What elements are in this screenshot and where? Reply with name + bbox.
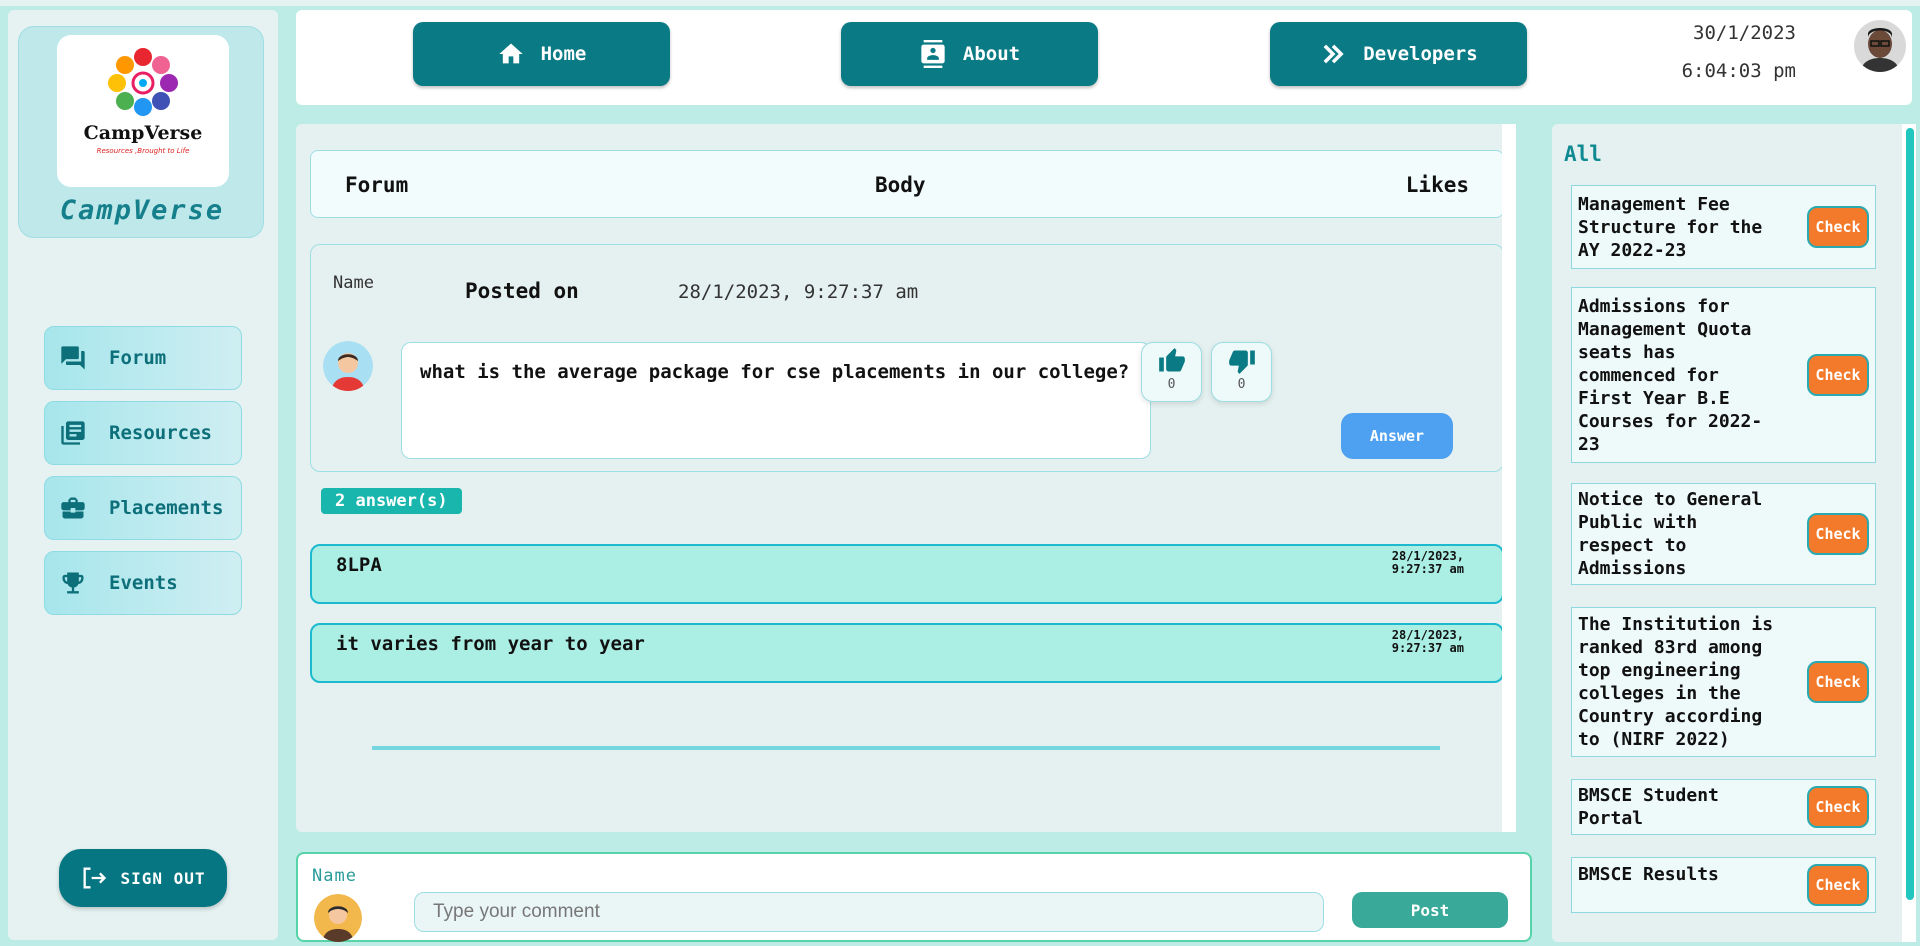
check-button[interactable]: Check [1807,206,1869,248]
brand-name: CampVerse [59,195,225,226]
logout-icon [80,864,110,892]
notice-item: BMSCE Results Check [1571,857,1876,913]
notices-scrollbar[interactable] [1902,124,1916,942]
answer-date: 28/1/2023, 9:27:37 am [1392,550,1464,576]
brand-card: CampVerse Resources ,Brought to Life Cam… [18,26,264,238]
notices-heading: All [1564,142,1602,166]
answer-date-line1: 28/1/2023, [1391,549,1464,563]
contact-card-icon [919,40,947,68]
current-date: 30/1/2023 [1693,22,1796,44]
about-button-label: About [962,43,1021,65]
svg-text:CampVerse: CampVerse [84,122,203,144]
answer-item: it varies from year to year 28/1/2023, 9… [310,623,1504,683]
notice-text: The Institution is ranked 83rd among top… [1578,614,1774,750]
check-button[interactable]: Check [1807,513,1869,555]
dislike-button[interactable]: 0 [1211,342,1272,402]
answer-item: 8LPA 28/1/2023, 9:27:37 am [310,544,1504,604]
thumbs-down-icon [1228,347,1256,375]
column-body: Body [875,173,926,197]
sidebar-item-placements[interactable]: Placements [44,476,242,540]
avatar-icon [314,894,362,942]
answer-date-line2: 9:27:37 am [1391,562,1464,576]
developers-button-label: Developers [1363,43,1478,65]
dislike-count: 0 [1237,377,1246,392]
check-button[interactable]: Check [1807,354,1869,396]
library-books-icon [59,419,87,447]
check-button[interactable]: Check [1807,661,1869,703]
column-likes: Likes [1405,173,1469,197]
post-body: what is the average package for cse plac… [401,342,1151,459]
answer-date-line1: 28/1/2023, [1391,628,1464,642]
posted-on-label: Posted on [465,279,579,303]
commenter-avatar [314,894,362,942]
sidebar-item-events[interactable]: Events [44,551,242,615]
notice-item: The Institution is ranked 83rd among top… [1571,607,1876,757]
notice-text: Management Fee Structure for the AY 2022… [1578,193,1763,261]
double-chevron-right-icon [1319,40,1347,68]
post-comment-button[interactable]: Post [1352,892,1508,928]
avatar-icon [323,341,373,391]
answer-date-line2: 9:27:37 am [1391,641,1464,655]
top-header: Home About Developers 30/1/2023 6:04:03 … [296,10,1912,105]
answer-button[interactable]: Answer [1341,413,1453,459]
forum-icon [59,344,87,372]
sidebar-item-label: Resources [109,422,212,444]
notice-text: Admissions for Management Quota seats ha… [1578,295,1763,455]
main-scrollbar[interactable] [1502,124,1516,832]
logo-icon: CampVerse Resources ,Brought to Life [84,48,203,155]
comment-input[interactable] [414,892,1324,932]
commenter-name: Name [312,866,357,886]
notices-scrollbar-thumb[interactable] [1906,128,1914,900]
forum-post: Name Posted on 28/1/2023, 9:27:37 am wha… [310,244,1504,472]
content-divider [372,746,1440,750]
check-button[interactable]: Check [1807,864,1869,906]
user-avatar[interactable] [1854,20,1906,72]
check-button[interactable]: Check [1807,786,1869,828]
trophy-icon [59,569,87,597]
notices-panel: All Management Fee Structure for the AY … [1552,124,1916,942]
sidebar-item-resources[interactable]: Resources [44,401,242,465]
notice-item: Notice to General Public with respect to… [1571,483,1876,585]
sidebar-item-label: Placements [109,497,224,519]
date-time: 30/1/2023 6:04:03 pm [1682,22,1796,82]
answer-date: 28/1/2023, 9:27:37 am [1392,629,1464,655]
answer-text: it varies from year to year [336,633,645,655]
notice-item: Admissions for Management Quota seats ha… [1571,287,1876,463]
post-author-name: Name [333,273,374,293]
home-button-label: Home [540,43,587,65]
post-date: 28/1/2023, 9:27:37 am [678,281,919,303]
column-forum: Forum [345,173,409,197]
notice-text: BMSCE Results [1578,864,1719,885]
sidebar-item-label: Events [109,572,178,594]
sign-out-button[interactable]: SIGN OUT [59,849,227,907]
sign-out-label: SIGN OUT [120,868,206,888]
developers-button[interactable]: Developers [1270,22,1527,86]
like-button[interactable]: 0 [1141,342,1202,402]
answer-text: 8LPA [336,554,382,576]
user-photo-icon [1854,20,1906,72]
thumbs-up-icon [1158,347,1186,375]
svg-text:Resources ,Brought to Life: Resources ,Brought to Life [97,147,190,155]
sidebar-item-label: Forum [109,347,167,369]
home-button[interactable]: Home [413,22,670,86]
sidebar: CampVerse Resources ,Brought to Life Cam… [8,10,278,940]
current-time: 6:04:03 pm [1681,60,1796,82]
notice-item: BMSCE Student Portal Check [1571,779,1876,835]
briefcase-icon [59,494,87,522]
forum-table-header: Forum Body Likes [310,150,1504,218]
campverse-logo: CampVerse Resources ,Brought to Life [57,35,229,187]
notice-text: BMSCE Student Portal [1578,785,1719,829]
sidebar-nav: Forum Resources Placements Events [44,326,242,626]
home-icon [497,40,525,68]
answers-count-badge: 2 answer(s) [321,488,462,514]
top-strip [0,0,1920,6]
like-count: 0 [1167,377,1176,392]
notice-text: Notice to General Public with respect to… [1578,489,1763,579]
about-button[interactable]: About [841,22,1098,86]
forum-main: Forum Body Likes Name Posted on 28/1/202… [296,124,1516,832]
comment-composer: Name Post [296,852,1532,942]
notice-item: Management Fee Structure for the AY 2022… [1571,185,1876,269]
sidebar-item-forum[interactable]: Forum [44,326,242,390]
post-author-avatar [323,341,373,391]
